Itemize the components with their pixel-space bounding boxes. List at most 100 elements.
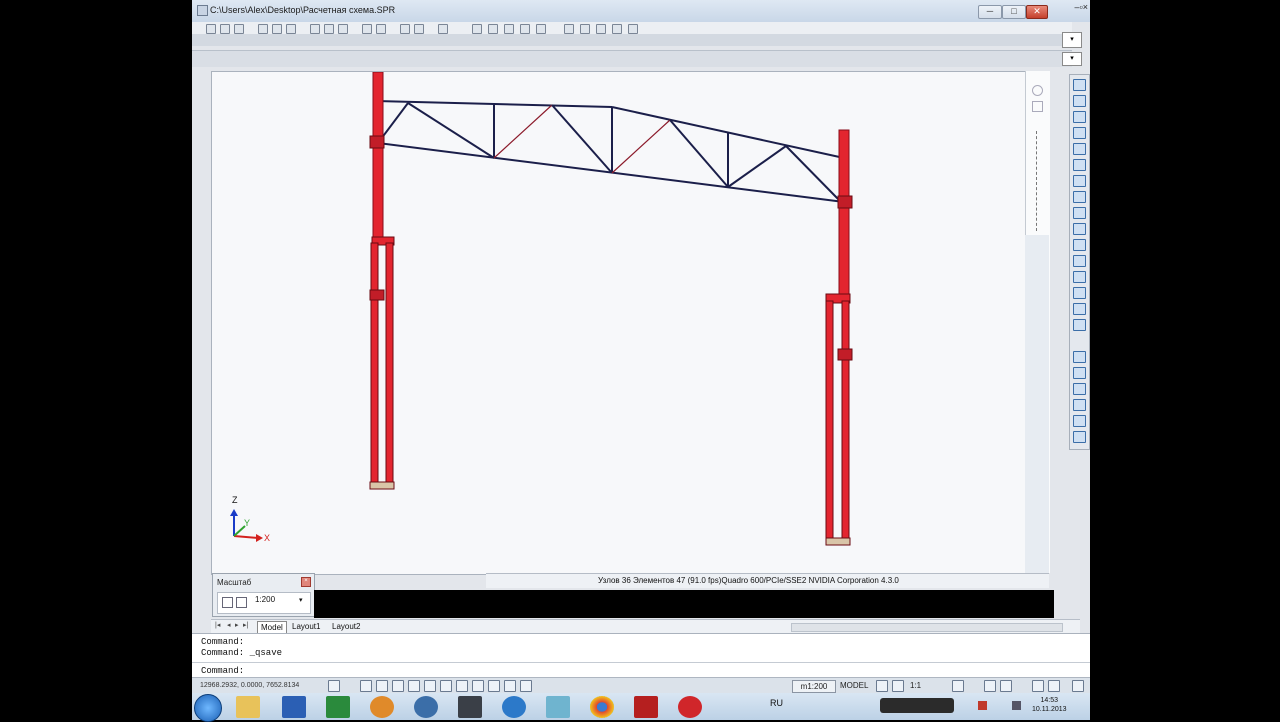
layer-state-icon[interactable] <box>488 24 498 34</box>
mathcad-icon[interactable] <box>458 696 482 718</box>
table-tool-icon[interactable] <box>1073 431 1086 443</box>
block-tool-icon[interactable] <box>1073 415 1086 427</box>
chamfer-tool-icon[interactable] <box>1073 287 1086 299</box>
help-icon[interactable] <box>536 24 546 34</box>
polyline-tool-icon[interactable] <box>1073 95 1086 107</box>
break-tool-icon[interactable] <box>1073 255 1086 267</box>
tray-speaker-icon[interactable] <box>1012 701 1021 710</box>
polar-toggle[interactable] <box>392 680 404 692</box>
trim-tool-icon[interactable] <box>1073 223 1086 235</box>
tab-model[interactable]: Model <box>257 621 287 633</box>
maximize-button[interactable]: □ <box>1002 5 1026 19</box>
view-icon[interactable] <box>414 24 424 34</box>
stretch-tool-icon[interactable] <box>1073 207 1086 219</box>
orbit-icon[interactable] <box>338 24 348 34</box>
minimize-button[interactable]: ─ <box>978 5 1002 19</box>
isolate-icon[interactable] <box>1048 680 1060 692</box>
extend-tool-icon[interactable] <box>1073 239 1086 251</box>
excel-icon[interactable] <box>326 696 350 718</box>
recording-controls[interactable] <box>880 698 954 713</box>
mirror-tool-icon[interactable] <box>1073 111 1086 123</box>
save-icon[interactable] <box>234 24 244 34</box>
annotation-scale[interactable]: 1:1 <box>910 681 921 690</box>
redo-icon[interactable] <box>286 24 296 34</box>
workspace-icon[interactable] <box>984 680 996 692</box>
model-space-toggle[interactable]: MODEL <box>840 681 868 690</box>
chrome-icon[interactable] <box>590 696 614 718</box>
calc-icon[interactable] <box>438 24 448 34</box>
skype-icon[interactable] <box>502 696 526 718</box>
tab-layout2[interactable]: Layout2 <box>329 621 363 632</box>
command-prompt[interactable]: Command: <box>201 666 244 676</box>
drawing-viewport[interactable]: Z Y X <box>211 71 1027 575</box>
horizontal-scrollbar[interactable] <box>791 623 1063 632</box>
scale-tool-icon[interactable] <box>1073 191 1086 203</box>
clock[interactable]: 14:53 10.11.2013 <box>1032 696 1067 714</box>
osnap-icon[interactable] <box>628 24 638 34</box>
ducs-toggle[interactable] <box>440 680 452 692</box>
group-tool-icon[interactable] <box>1073 399 1086 411</box>
line-tool-icon[interactable] <box>1073 79 1086 91</box>
offset-tool-icon[interactable] <box>1073 127 1086 139</box>
language-indicator[interactable]: RU <box>770 698 783 708</box>
hardware-accel-icon[interactable] <box>1032 680 1044 692</box>
tab-layout1[interactable]: Layout1 <box>289 621 323 632</box>
clean-screen-icon[interactable] <box>1072 680 1084 692</box>
material-icon[interactable] <box>520 24 530 34</box>
array-tool-icon[interactable] <box>1073 143 1086 155</box>
grid-icon[interactable] <box>564 24 574 34</box>
explode-tool-icon[interactable] <box>1073 319 1086 331</box>
ribbon-dropdown-button[interactable]: ▾ <box>1062 52 1082 66</box>
word-icon[interactable] <box>282 696 306 718</box>
sc-toggle[interactable] <box>504 680 516 692</box>
quick-view-drawings-icon[interactable] <box>892 680 904 692</box>
am-toggle[interactable] <box>520 680 532 692</box>
acrobat-icon[interactable] <box>634 696 658 718</box>
explorer-icon[interactable] <box>236 696 260 718</box>
polar-icon[interactable] <box>612 24 622 34</box>
open-icon[interactable] <box>220 24 230 34</box>
next-tab-arrow[interactable]: ▸ <box>235 621 239 629</box>
first-tab-arrow[interactable]: |◂ <box>215 621 220 629</box>
lwt-toggle[interactable] <box>472 680 484 692</box>
last-tab-arrow[interactable]: ▸| <box>243 621 248 629</box>
pan-icon[interactable] <box>310 24 320 34</box>
osnap-toggle[interactable] <box>408 680 420 692</box>
render-icon[interactable] <box>472 24 482 34</box>
notes-icon[interactable] <box>546 696 570 718</box>
copy-tool-icon[interactable] <box>1073 351 1086 363</box>
scale-panel-close-icon[interactable]: × <box>301 577 311 587</box>
zoom-icon[interactable] <box>324 24 334 34</box>
colorful-app-icon[interactable] <box>370 696 394 718</box>
record-app-icon[interactable] <box>678 696 702 718</box>
tray-flag-icon[interactable] <box>978 701 987 710</box>
close-button[interactable]: ✕ <box>1026 5 1048 19</box>
match-icon[interactable] <box>400 24 410 34</box>
erase-tool-icon[interactable] <box>1073 383 1086 395</box>
status-scale[interactable]: m1:200 <box>792 680 836 693</box>
new-icon[interactable] <box>206 24 216 34</box>
command-window[interactable]: Command: Command: _qsave Command: <box>192 633 1090 678</box>
light-icon[interactable] <box>504 24 514 34</box>
properties-icon[interactable] <box>362 24 372 34</box>
start-button[interactable] <box>194 694 222 722</box>
ortho-icon[interactable] <box>596 24 606 34</box>
undo-icon[interactable] <box>272 24 282 34</box>
join-tool-icon[interactable] <box>1073 271 1086 283</box>
prev-tab-arrow[interactable]: ◂ <box>227 621 231 629</box>
otrack-toggle[interactable] <box>424 680 436 692</box>
move-tool-icon[interactable] <box>1073 159 1086 171</box>
menu-dropdown-button[interactable]: ▾ <box>1062 32 1082 48</box>
zoom-nav-icon[interactable] <box>1032 101 1043 112</box>
annotation-visibility-icon[interactable] <box>952 680 964 692</box>
paste-tool-icon[interactable] <box>1073 367 1086 379</box>
dyn-toggle[interactable] <box>456 680 468 692</box>
zoom-in-scale-icon[interactable] <box>222 597 233 608</box>
blue-app-icon[interactable] <box>414 696 438 718</box>
layers-icon[interactable] <box>376 24 386 34</box>
rotate-tool-icon[interactable] <box>1073 175 1086 187</box>
qp-toggle[interactable] <box>488 680 500 692</box>
ortho-toggle[interactable] <box>376 680 388 692</box>
snap-toggle[interactable] <box>328 680 340 692</box>
lock-icon[interactable] <box>1000 680 1012 692</box>
